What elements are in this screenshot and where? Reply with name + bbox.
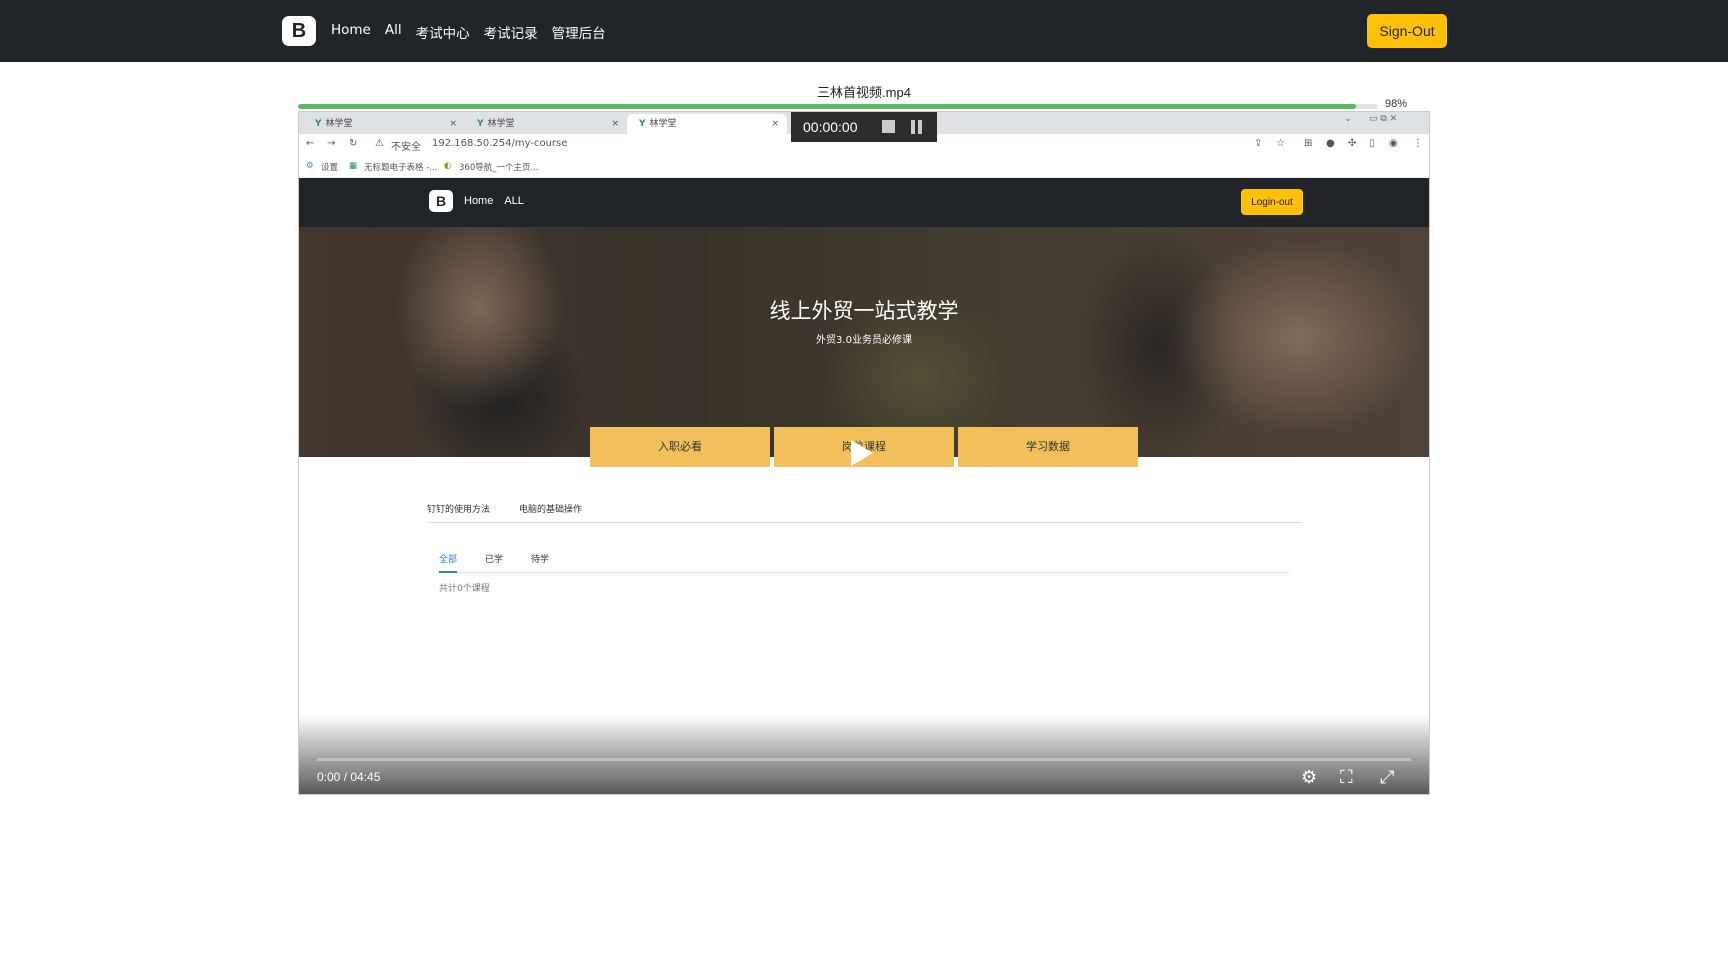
recorded-tab-label: 林学堂 xyxy=(325,119,353,129)
recorded-brand-logo: B xyxy=(429,190,453,212)
recorder-time: 00:00:00 xyxy=(803,119,858,135)
brand-logo[interactable]: B xyxy=(282,16,316,46)
site-favicon-icon: Y xyxy=(315,119,322,129)
back-icon: ← xyxy=(306,138,315,149)
seek-bar[interactable] xyxy=(317,758,1411,761)
sheet-icon: ▦ xyxy=(349,161,358,171)
recorded-tab-label: 林学堂 xyxy=(649,119,677,129)
filter-tab-pending: 待学 xyxy=(531,555,550,565)
hero-button-learning-data: 学习数据 xyxy=(958,427,1138,467)
close-icon: × xyxy=(611,119,619,129)
chevron-down-icon: ⌄ xyxy=(1344,114,1352,124)
site-favicon-icon: Y xyxy=(639,119,646,129)
url-text: 192.168.50.254/my-course xyxy=(432,138,568,149)
forward-icon: → xyxy=(327,138,336,149)
nav-link-admin[interactable]: 管理后台 xyxy=(552,22,606,42)
close-icon: × xyxy=(449,119,457,129)
menu-icon: ⋮ xyxy=(1413,138,1423,149)
pause-icon xyxy=(911,120,915,134)
video-player[interactable]: Y 林学堂 × Y 林学堂 × Y 林学堂 × ⌄ ▭ ⧉ ✕ ← → ↻ ⚠ 不安全… xyxy=(298,111,1430,795)
screen-recorder-widget: 00:00:00 xyxy=(791,112,937,142)
recorded-site-navbar: B Home ALL Login-out xyxy=(299,178,1429,227)
translate-icon: ⊞ xyxy=(1304,138,1313,149)
recorded-filter-tabs: 全部 已学 待学 xyxy=(439,552,1289,573)
watch-progress-fill xyxy=(298,104,1357,109)
stop-icon xyxy=(882,120,895,133)
sidebar-icon: ▯ xyxy=(1369,138,1375,149)
hero-button-onboarding: 入职必看 xyxy=(590,427,770,467)
video-file-title: 三林首视频.mp4 xyxy=(817,85,911,100)
security-label: 不安全 xyxy=(391,142,421,153)
hero-title: 线上外贸一站式教学 xyxy=(769,299,959,323)
nav-link-home[interactable]: Home xyxy=(331,22,371,42)
extension-icon: ● xyxy=(1326,138,1335,149)
reload-icon: ↻ xyxy=(349,138,358,149)
share-icon: ⇪ xyxy=(1254,138,1263,149)
filter-tab-learned: 已学 xyxy=(485,555,504,565)
watch-progress-percent: 98% xyxy=(1385,98,1408,110)
bookmark-item: 设置 xyxy=(321,163,339,173)
sign-out-button[interactable]: Sign-Out xyxy=(1367,14,1447,48)
navigation-icon: ◐ xyxy=(444,161,452,171)
settings-gear-icon[interactable]: ⚙ xyxy=(1301,767,1317,788)
recorded-tab-label: 林学堂 xyxy=(487,119,515,129)
nav-links: Home All 考试中心 考试记录 管理后台 xyxy=(331,22,606,42)
gear-icon: ⚙ xyxy=(306,161,314,171)
recorded-nav-all: ALL xyxy=(504,195,524,207)
top-navbar: B Home All 考试中心 考试记录 管理后台 Sign-Out xyxy=(0,0,1728,62)
bookmark-item: 360导航_一个主页... xyxy=(459,163,539,173)
recorded-bookmarks-bar: ⚙ 设置 ▦ 无标题电子表格 -... ◐ 360导航_一个主页... xyxy=(299,156,1429,178)
site-favicon-icon: Y xyxy=(477,119,484,129)
playback-time: 0:00 / 04:45 xyxy=(317,770,381,784)
recorded-hero-banner: 线上外贸一站式教学 外贸3.0业务员必修课 xyxy=(299,227,1429,457)
recorded-login-out-button: Login-out xyxy=(1241,189,1303,215)
nav-link-exam-records[interactable]: 考试记录 xyxy=(484,22,538,42)
player-controls-bar xyxy=(299,714,1429,794)
nav-link-exam-center[interactable]: 考试中心 xyxy=(416,22,470,42)
puzzle-icon: ✣ xyxy=(1348,138,1357,149)
play-icon[interactable] xyxy=(851,440,873,466)
recorded-nav-links: Home ALL xyxy=(464,195,524,207)
star-icon: ☆ xyxy=(1276,138,1285,149)
avatar: ◉ xyxy=(1389,138,1398,149)
watch-progress-bar xyxy=(298,104,1378,109)
fullscreen-icon[interactable]: ⤢ xyxy=(1380,767,1394,788)
pause-icon xyxy=(918,120,922,134)
close-icon: × xyxy=(771,119,779,129)
recorded-nav-home: Home xyxy=(464,195,494,207)
window-controls-icon: ▭ ⧉ ✕ xyxy=(1369,114,1398,124)
theater-mode-icon[interactable]: ⛶ xyxy=(1340,767,1353,788)
recorded-tab-active: Y 林学堂 × xyxy=(627,114,787,134)
course-count: 共计0个课程 xyxy=(439,584,490,594)
bookmark-item: 无标题电子表格 -... xyxy=(364,163,438,173)
warning-icon: ⚠ xyxy=(375,138,384,149)
filter-tab-all: 全部 xyxy=(439,552,458,573)
nav-link-all[interactable]: All xyxy=(385,22,402,42)
recorded-tab: Y 林学堂 × xyxy=(303,114,465,134)
course-tab: 电脑的基础操作 xyxy=(519,505,583,515)
course-tab: 钉钉的使用方法 xyxy=(427,505,491,515)
hero-subtitle: 外贸3.0业务员必修课 xyxy=(816,335,912,346)
recorded-tab: Y 林学堂 × xyxy=(465,114,627,134)
recorded-course-tabs: 钉钉的使用方法 电脑的基础操作 xyxy=(427,502,1302,523)
